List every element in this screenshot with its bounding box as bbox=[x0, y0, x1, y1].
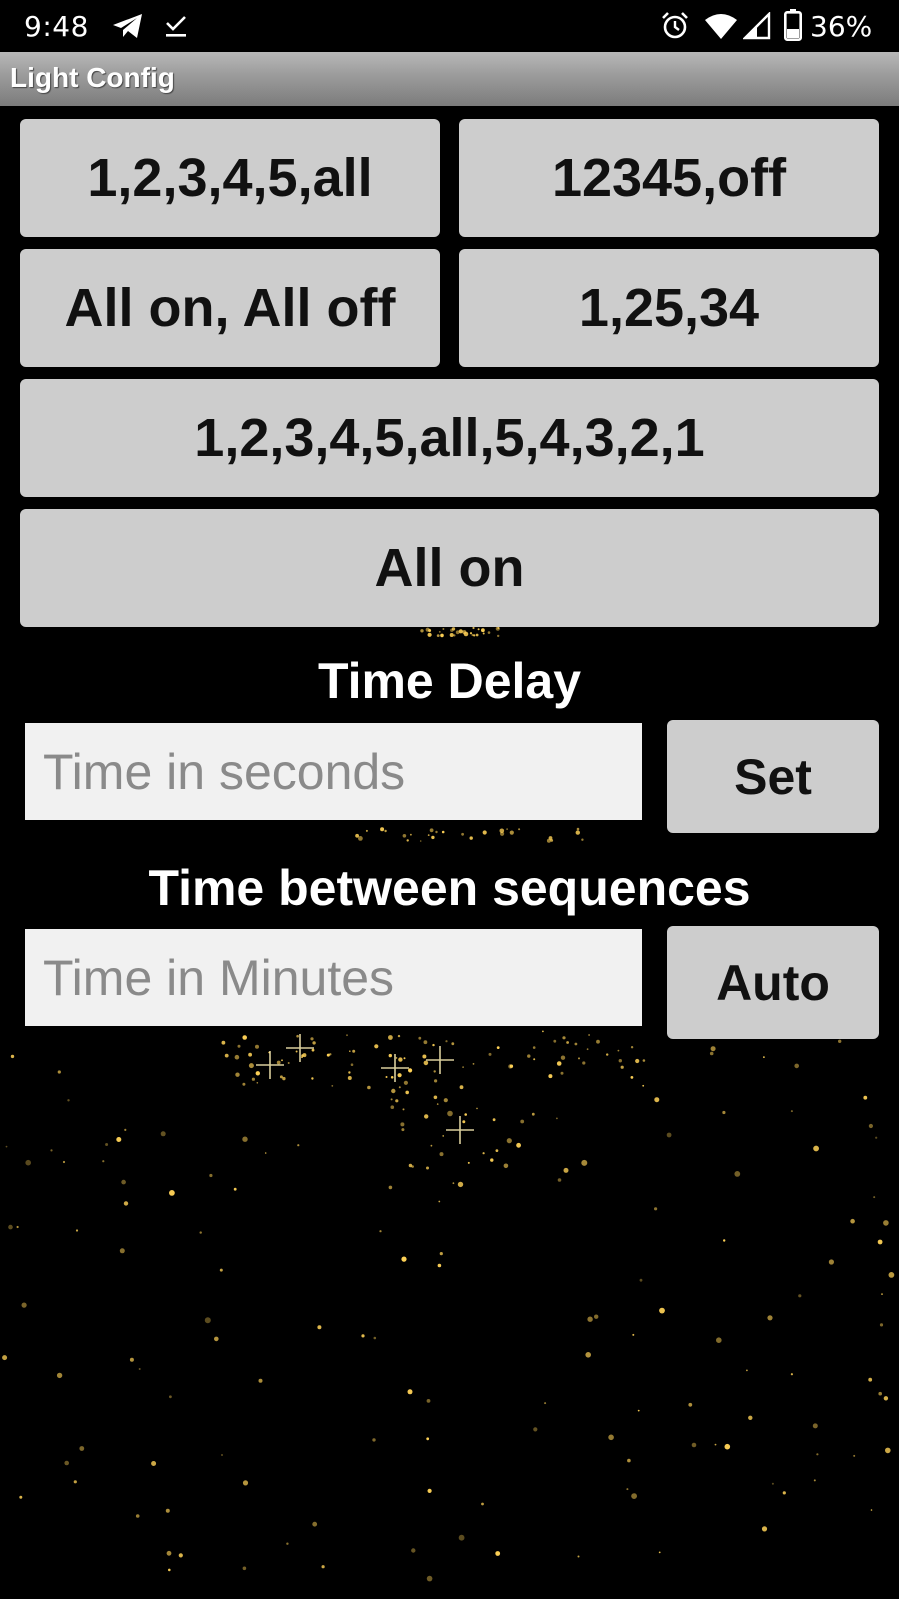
auto-button[interactable]: Auto bbox=[667, 926, 879, 1039]
status-time: 9:48 bbox=[24, 10, 89, 43]
wifi-icon bbox=[705, 14, 737, 39]
sequence-button-1-25-34[interactable]: 1,25,34 bbox=[459, 249, 879, 367]
battery-percent: 36% bbox=[810, 10, 873, 43]
title-bar: Light Config bbox=[0, 52, 899, 106]
status-bar: 9:48 36% bbox=[0, 0, 899, 52]
time-delay-seconds-input[interactable] bbox=[25, 723, 642, 820]
app-title: Light Config bbox=[10, 62, 175, 93]
time-between-minutes-input[interactable] bbox=[25, 929, 642, 1026]
time-delay-label: Time Delay bbox=[317, 653, 582, 709]
sequence-button-all-on-all-off[interactable]: All on, All off bbox=[20, 249, 440, 367]
signal-icon bbox=[743, 12, 771, 40]
set-button[interactable]: Set bbox=[667, 720, 879, 833]
download-done-icon bbox=[166, 16, 186, 37]
time-between-sequences-label: Time between sequences bbox=[148, 860, 751, 916]
alarm-icon bbox=[662, 12, 688, 39]
battery-icon bbox=[784, 9, 802, 41]
app-screen: 9:48 36% Light Config 1,2,3,4,5,all 1234… bbox=[0, 0, 899, 1599]
sequence-button-12345-off[interactable]: 12345,off bbox=[459, 119, 879, 237]
telegram-icon bbox=[113, 14, 142, 38]
sequence-button-up-down[interactable]: 1,2,3,4,5,all,5,4,3,2,1 bbox=[20, 379, 879, 497]
sequence-button-1-2-3-4-5-all[interactable]: 1,2,3,4,5,all bbox=[20, 119, 440, 237]
sequence-button-all-on[interactable]: All on bbox=[20, 509, 879, 627]
